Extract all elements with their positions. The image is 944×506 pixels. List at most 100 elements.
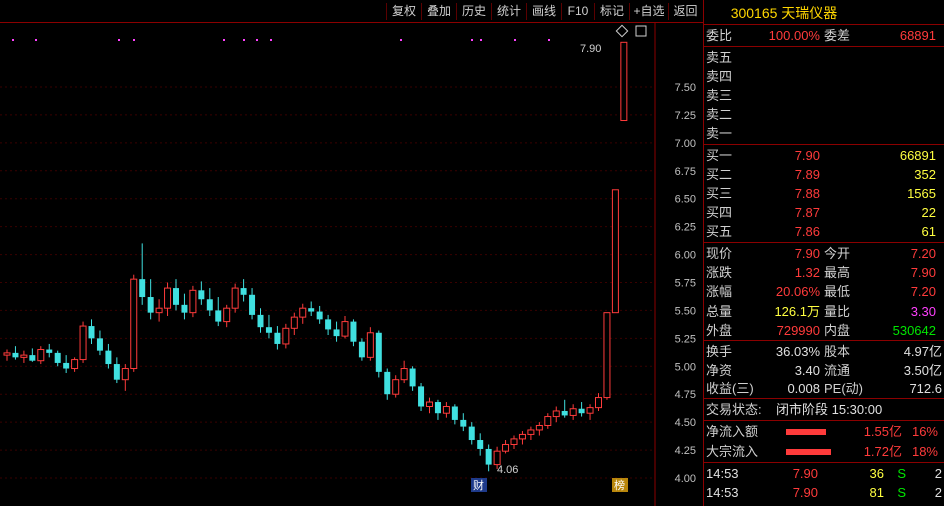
event-marker[interactable] <box>12 39 14 41</box>
back-button[interactable]: 返回 <box>668 3 702 20</box>
add-favorite-button[interactable]: +自选 <box>629 3 668 20</box>
candle-body[interactable] <box>569 408 577 416</box>
event-marker[interactable] <box>471 39 473 41</box>
event-marker[interactable] <box>514 39 516 41</box>
candle-body[interactable] <box>79 325 87 361</box>
candle-body[interactable] <box>485 448 492 465</box>
candle-body[interactable] <box>105 350 112 365</box>
candle-body[interactable] <box>308 308 315 312</box>
candle-body[interactable] <box>173 288 179 305</box>
candle-body[interactable] <box>366 332 374 358</box>
candle-body[interactable] <box>12 352 19 358</box>
event-marker[interactable] <box>118 39 120 41</box>
candle-body[interactable] <box>384 371 391 395</box>
event-marker[interactable] <box>35 39 37 41</box>
candle-body[interactable] <box>325 319 332 330</box>
candle-body[interactable] <box>493 450 501 466</box>
candle-body[interactable] <box>418 386 425 407</box>
candle-body[interactable] <box>71 359 79 370</box>
candle-body[interactable] <box>502 443 510 452</box>
candle-body[interactable] <box>527 429 535 435</box>
candle-body[interactable] <box>198 290 205 300</box>
candle-body[interactable] <box>249 294 256 315</box>
tick-price: 7.90 <box>792 485 818 500</box>
event-marker[interactable] <box>256 39 258 41</box>
candle-body[interactable] <box>113 364 120 380</box>
event-marker[interactable] <box>223 39 225 41</box>
candle-body[interactable] <box>358 341 365 358</box>
candle-body[interactable] <box>434 402 441 414</box>
diamond-icon[interactable] <box>615 24 629 38</box>
event-marker[interactable] <box>480 39 482 41</box>
candle-body[interactable] <box>544 416 552 426</box>
candle-body[interactable] <box>139 279 146 298</box>
candle-body[interactable] <box>274 332 281 344</box>
candle-body[interactable] <box>400 368 408 381</box>
candle-body[interactable] <box>333 329 340 337</box>
candle-body[interactable] <box>442 406 450 414</box>
candle-body[interactable] <box>316 311 323 320</box>
candle-body[interactable] <box>552 410 560 418</box>
candle-body[interactable] <box>611 189 619 314</box>
event-marker[interactable] <box>133 39 135 41</box>
candle-body[interactable] <box>96 338 103 351</box>
candle-body[interactable] <box>37 349 45 362</box>
candle-body[interactable] <box>206 299 213 311</box>
candle-body[interactable] <box>54 352 61 363</box>
candle-body[interactable] <box>265 327 272 333</box>
candle-body[interactable] <box>121 368 129 381</box>
candle-body[interactable] <box>240 288 247 295</box>
candle-body[interactable] <box>63 362 70 369</box>
event-marker[interactable] <box>400 39 402 41</box>
mark-button[interactable]: 标记 <box>594 3 629 20</box>
kline-chart[interactable]: 7.50 7.25 7.00 6.75 6.50 6.25 6.00 5.75 5.50 5.25… <box>0 23 703 506</box>
candle-body[interactable] <box>164 287 172 309</box>
candle-body[interactable] <box>155 307 163 314</box>
candle-body[interactable] <box>451 406 458 420</box>
window-toggle-icon[interactable] <box>635 25 647 37</box>
statistics-button[interactable]: 统计 <box>491 3 526 20</box>
candle-body[interactable] <box>147 297 154 313</box>
candle-body[interactable] <box>231 287 239 309</box>
candle-body[interactable] <box>603 312 611 399</box>
candle-body[interactable] <box>510 438 518 445</box>
candle-body[interactable] <box>290 316 298 329</box>
candle-body[interactable] <box>477 440 484 449</box>
fuquan-button[interactable]: 复权 <box>386 3 421 20</box>
event-marker[interactable] <box>270 39 272 41</box>
candle-body[interactable] <box>181 304 188 313</box>
candle-body[interactable] <box>282 327 290 345</box>
draw-line-button[interactable]: 画线 <box>526 3 561 20</box>
candle-body[interactable] <box>392 379 400 395</box>
candle-body[interactable] <box>257 314 264 328</box>
candle-body[interactable] <box>409 368 416 387</box>
candle-body[interactable] <box>20 354 28 358</box>
candle-body[interactable] <box>518 433 526 440</box>
candle-body[interactable] <box>578 408 585 414</box>
candle-body[interactable] <box>299 307 307 318</box>
candle-body[interactable] <box>46 349 53 353</box>
f10-button[interactable]: F10 <box>561 3 594 20</box>
history-button[interactable]: 历史 <box>456 3 491 20</box>
candle-body[interactable] <box>189 289 197 314</box>
candle-body[interactable] <box>561 410 568 416</box>
candle-body[interactable] <box>535 424 543 431</box>
candle-body[interactable] <box>426 401 433 408</box>
candle-body[interactable] <box>130 278 138 370</box>
candle-body[interactable] <box>29 355 36 361</box>
candle-body[interactable] <box>215 310 222 322</box>
candle-body[interactable] <box>350 321 357 342</box>
candle-body[interactable] <box>223 307 231 323</box>
candle-body[interactable] <box>341 321 349 337</box>
candle-body[interactable] <box>88 326 95 339</box>
candle-body[interactable] <box>595 397 602 409</box>
candle-body[interactable] <box>586 407 594 414</box>
event-marker[interactable] <box>243 39 245 41</box>
candle-body[interactable] <box>375 332 382 372</box>
candle-body[interactable] <box>460 419 467 427</box>
candle-body[interactable] <box>620 41 628 122</box>
overlay-button[interactable]: 叠加 <box>421 3 456 20</box>
event-marker[interactable] <box>548 39 550 41</box>
candle-body[interactable] <box>468 426 475 441</box>
candle-body[interactable] <box>3 352 11 356</box>
